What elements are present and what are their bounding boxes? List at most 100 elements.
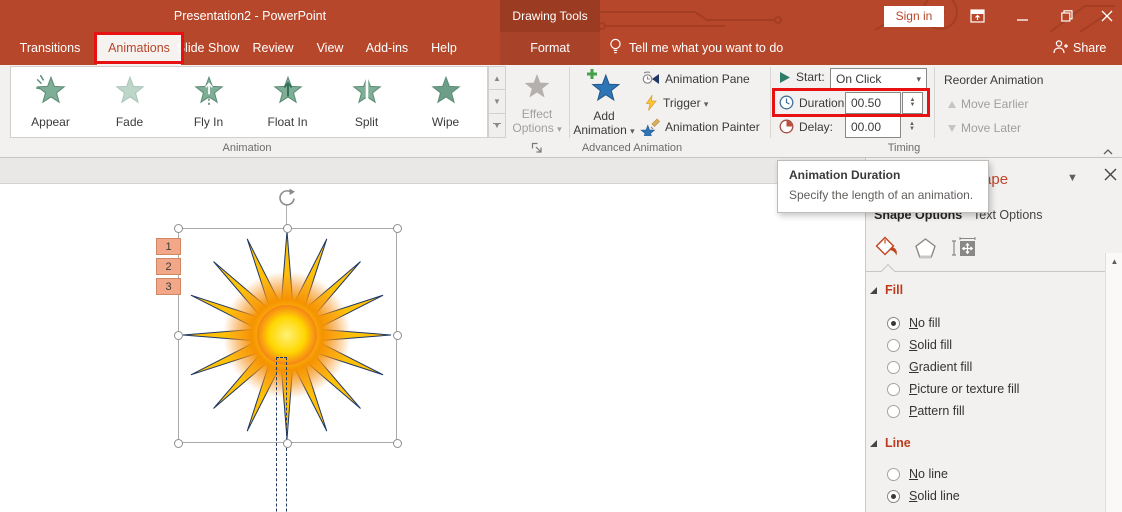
reorder-animation-label: Reorder Animation xyxy=(944,73,1044,87)
resize-handle-nw[interactable] xyxy=(173,223,183,233)
panel-close-button[interactable] xyxy=(1104,168,1117,186)
add-animation-button[interactable]: Add Animation ▾ xyxy=(572,66,636,138)
gallery-more-button[interactable]: ▼ xyxy=(488,114,506,138)
slide[interactable] xyxy=(0,184,865,512)
share-button[interactable]: Share xyxy=(1052,32,1106,65)
panel-tab-indicator-notch xyxy=(880,263,896,279)
delay-clock-icon xyxy=(779,119,794,134)
tab-slide-show[interactable]: Slide Show xyxy=(170,32,246,65)
size-properties-tab-button[interactable] xyxy=(951,236,977,265)
move-later-button[interactable]: Move Later xyxy=(948,121,1021,135)
close-button[interactable] xyxy=(1092,0,1122,32)
minimize-button[interactable] xyxy=(1002,0,1042,32)
gallery-item-label: Appear xyxy=(31,115,70,129)
tab-help[interactable]: Help xyxy=(424,32,464,65)
resize-handle-s[interactable] xyxy=(282,438,292,448)
tab-view[interactable]: View xyxy=(310,32,350,65)
line-section-header[interactable]: Line xyxy=(870,436,911,450)
gallery-item-fade[interactable]: Fade xyxy=(90,67,169,137)
effects-tab-button[interactable] xyxy=(914,237,937,265)
duration-input[interactable]: 00.50 xyxy=(845,92,901,114)
rotation-handle[interactable] xyxy=(278,188,296,211)
animation-badge-2[interactable]: 2 xyxy=(156,258,181,275)
panel-tab-indicator-line xyxy=(866,271,1105,272)
move-earlier-button[interactable]: Move Earlier xyxy=(948,97,1028,111)
collapse-ribbon-icon xyxy=(1103,149,1113,155)
resize-handle-ne[interactable] xyxy=(392,223,402,233)
sun-star-shape[interactable] xyxy=(177,225,397,445)
animation-badge-3[interactable]: 3 xyxy=(156,278,181,295)
animation-painter-button[interactable]: Animation Painter xyxy=(640,118,760,136)
effect-options-label-2: Options ▾ xyxy=(512,121,562,135)
fill-section-header[interactable]: Fill xyxy=(870,283,903,297)
resize-handle-w[interactable] xyxy=(173,330,183,340)
slide-canvas-margin xyxy=(0,158,865,184)
lightbulb-icon xyxy=(610,38,621,54)
effect-options-icon xyxy=(524,74,550,98)
start-dropdown[interactable]: On Click ▾ xyxy=(830,68,927,90)
dropdown-caret-icon: ▾ xyxy=(916,73,921,84)
radio-selected-icon xyxy=(887,316,900,330)
gallery-item-fly-in[interactable]: Fly In xyxy=(169,67,248,137)
wipe-icon xyxy=(430,75,461,104)
effect-options-button[interactable]: Effect Options ▾ xyxy=(508,66,566,138)
add-animation-icon xyxy=(587,69,621,102)
radio-gradient-fill[interactable]: Gradient fill xyxy=(887,358,972,376)
gallery-scroll-down-button[interactable]: ▼ xyxy=(488,90,506,114)
start-play-icon xyxy=(780,71,790,83)
dashed-shape-outline[interactable] xyxy=(276,357,287,512)
tell-me-box[interactable]: Tell me what you want to do xyxy=(608,32,783,65)
ribbon-tab-row: Transitions Animations Slide Show Review… xyxy=(0,32,1122,65)
resize-handle-n[interactable] xyxy=(282,223,292,233)
radio-solid-fill[interactable]: Solid fill xyxy=(887,336,952,354)
tooltip-body: Specify the length of an animation. xyxy=(789,188,974,202)
radio-picture-texture-fill[interactable]: Picture or texture fill xyxy=(887,380,1019,398)
tab-format[interactable]: Format xyxy=(515,32,585,65)
gallery-item-appear[interactable]: Appear xyxy=(11,67,90,137)
trigger-lightning-icon xyxy=(645,95,657,111)
radio-pattern-fill[interactable]: Pattern fill xyxy=(887,402,965,420)
share-label: Share xyxy=(1073,41,1107,55)
tab-review[interactable]: Review xyxy=(248,32,298,65)
delay-row: Delay: xyxy=(779,119,833,134)
delay-spinner[interactable]: ▲ ▼ xyxy=(904,116,920,138)
animation-badge-1[interactable]: 1 xyxy=(156,238,181,255)
gallery-item-split[interactable]: Split xyxy=(327,67,406,137)
resize-handle-sw[interactable] xyxy=(173,438,183,448)
fill-line-tab-button[interactable] xyxy=(875,235,901,266)
gallery-item-float-in[interactable]: Float In xyxy=(248,67,327,137)
collapse-triangle-icon xyxy=(870,439,877,447)
panel-menu-caret-icon[interactable]: ▼ xyxy=(1067,172,1078,184)
radio-no-fill[interactable]: No fill xyxy=(887,314,940,332)
animation-painter-label: Animation Painter xyxy=(665,120,760,134)
animation-pane-label: Animation Pane xyxy=(665,72,750,86)
timing-inner-separator xyxy=(934,67,935,138)
radio-solid-line[interactable]: Solid line xyxy=(887,487,960,505)
tab-transitions[interactable]: Transitions xyxy=(14,32,86,65)
delay-input[interactable]: 00.00 xyxy=(845,116,901,138)
radio-selected-icon xyxy=(887,489,900,503)
trigger-button[interactable]: Trigger ▾ xyxy=(644,95,708,111)
tab-add-ins[interactable]: Add-ins xyxy=(362,32,412,65)
gallery-item-wipe[interactable]: Wipe xyxy=(406,67,485,137)
animation-dialog-launcher[interactable] xyxy=(531,141,543,159)
gallery-item-label: Float In xyxy=(267,115,308,129)
gallery-item-label: Wipe xyxy=(431,115,460,129)
restore-button[interactable] xyxy=(1047,0,1087,32)
radio-no-line[interactable]: No line xyxy=(887,465,948,483)
resize-handle-se[interactable] xyxy=(392,438,402,448)
animation-pane-button[interactable]: Animation Pane xyxy=(642,71,750,87)
ribbon-display-options-button[interactable] xyxy=(957,0,997,32)
fill-header-label: Fill xyxy=(885,283,904,297)
gallery-scroll-up-button[interactable]: ▲ xyxy=(488,66,506,90)
sign-in-button[interactable]: Sign in xyxy=(884,6,944,27)
paint-bucket-icon xyxy=(875,236,897,256)
panel-scrollbar[interactable]: ▲ xyxy=(1105,253,1122,512)
duration-spinner[interactable]: ▲ ▼ xyxy=(902,92,923,114)
scrollbar-up-button[interactable]: ▲ xyxy=(1106,253,1122,270)
tooltip-title: Animation Duration xyxy=(789,168,901,182)
line-header-label: Line xyxy=(885,436,911,450)
resize-handle-e[interactable] xyxy=(392,330,402,340)
delay-value: 00.00 xyxy=(851,120,882,134)
tab-animations[interactable]: Animations xyxy=(97,32,181,65)
